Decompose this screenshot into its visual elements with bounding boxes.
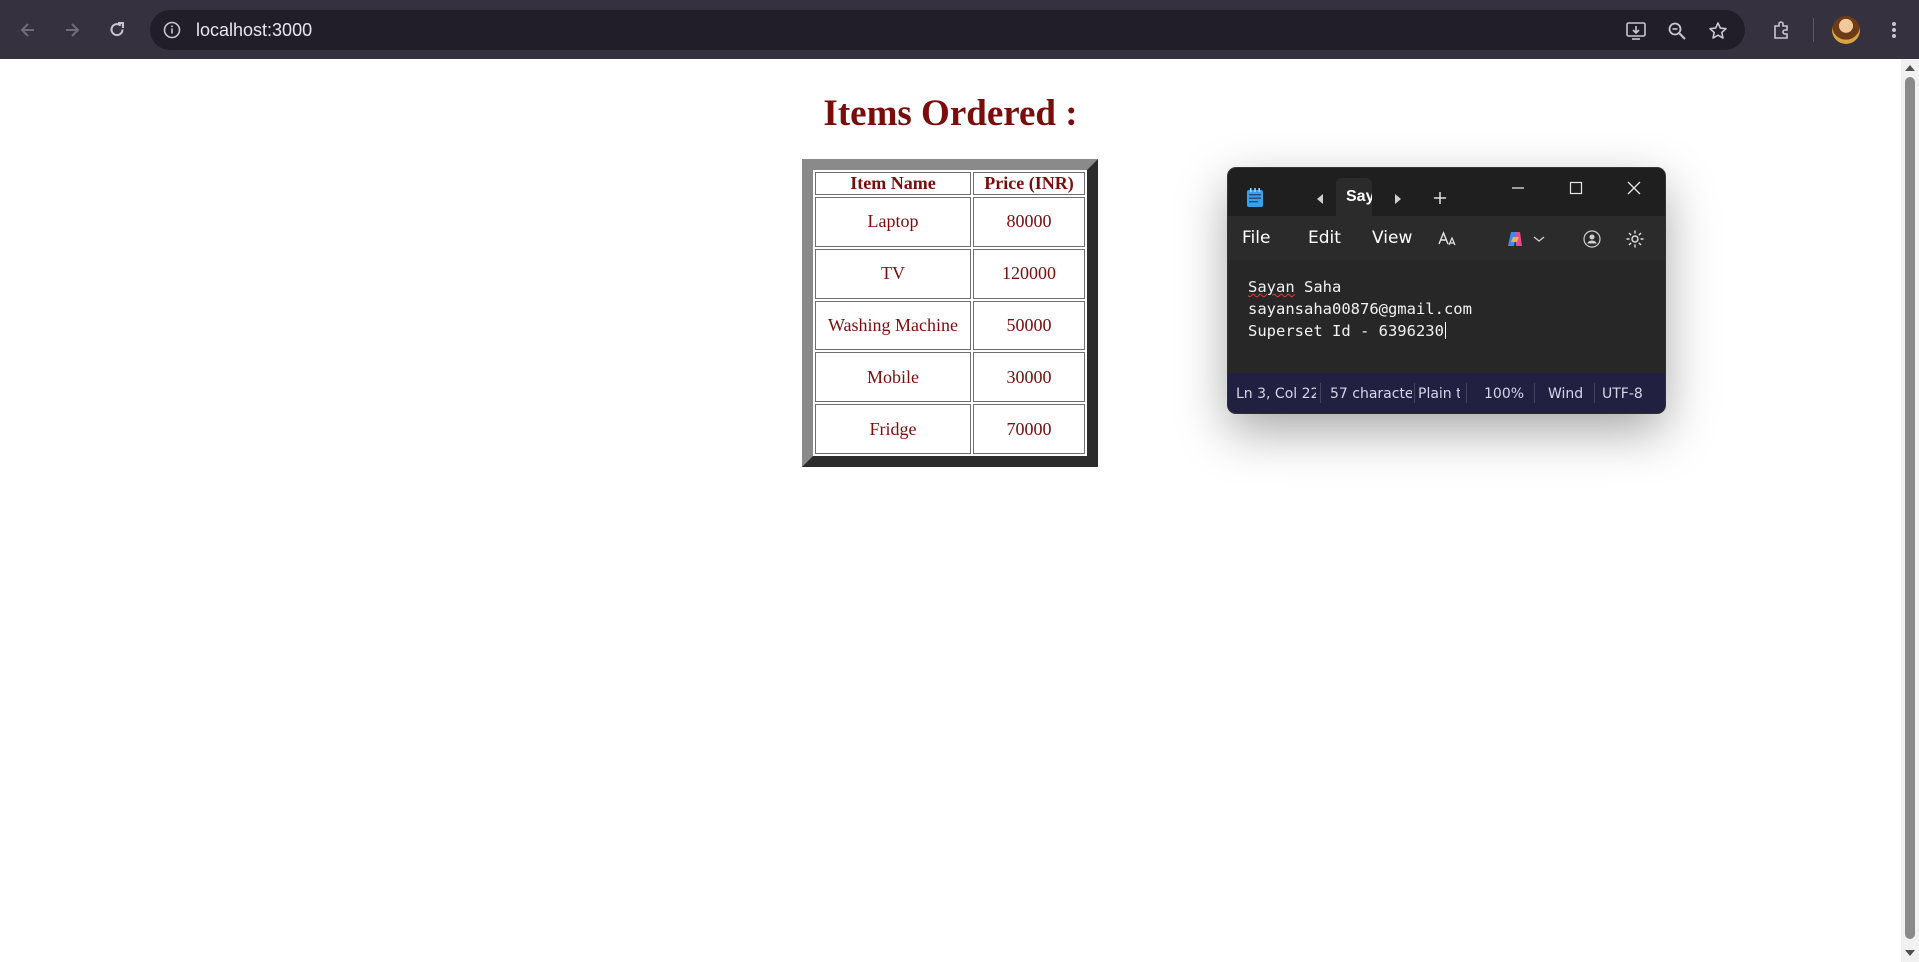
menu-edit[interactable]: Edit: [1308, 228, 1341, 248]
status-divider: [1320, 383, 1321, 403]
table-row: Laptop 80000: [815, 197, 1085, 247]
reload-button[interactable]: [101, 14, 133, 46]
url-text[interactable]: localhost:3000: [196, 20, 312, 40]
copilot-icon[interactable]: [1504, 228, 1526, 250]
tab-scroll-right-icon[interactable]: [1388, 190, 1408, 208]
scroll-down-arrow-icon[interactable]: [1905, 950, 1915, 956]
new-tab-plus-icon[interactable]: [1430, 188, 1450, 208]
account-icon[interactable]: [1581, 228, 1603, 250]
menu-view[interactable]: View: [1372, 228, 1412, 248]
status-line-ending: Wind: [1548, 386, 1584, 402]
column-header-item-name: Item Name: [815, 172, 971, 195]
price-cell: 80000: [972, 197, 1085, 247]
minimize-icon: [1512, 187, 1524, 189]
table-row: Mobile 30000: [815, 352, 1085, 403]
puzzle-icon: [1774, 21, 1788, 39]
status-format: Plain t: [1418, 386, 1460, 402]
table-row: TV 120000: [815, 248, 1085, 299]
notepad-menubar: File Edit View: [1228, 216, 1665, 260]
notepad-titlebar[interactable]: Say: [1228, 168, 1665, 216]
site-info-icon[interactable]: [160, 18, 184, 42]
notepad-text-area[interactable]: Sayan Saha sayansaha00876@gmail.com Supe…: [1228, 260, 1665, 373]
scrollbar-thumb[interactable]: [1905, 77, 1915, 939]
zoom-icon[interactable]: [1664, 18, 1690, 44]
scroll-up-arrow-icon[interactable]: [1905, 65, 1915, 71]
notepad-window: Say File Edit View Sayan Saha sayansaha0…: [1228, 168, 1665, 413]
minimize-button[interactable]: [1504, 176, 1532, 200]
table-row: Fridge 70000: [815, 404, 1085, 454]
text-line-3: Superset Id - 6396230: [1248, 322, 1446, 340]
tab-scroll-left-icon[interactable]: [1310, 190, 1330, 208]
bookmark-star-icon[interactable]: [1705, 18, 1731, 44]
column-header-price: Price (INR): [972, 172, 1085, 195]
reload-icon: [110, 22, 124, 37]
notepad-app-icon: [1247, 188, 1263, 207]
status-divider: [1594, 383, 1595, 403]
price-cell: 70000: [972, 404, 1085, 454]
status-character-count: 57 characte: [1330, 386, 1412, 402]
item-name-cell: Laptop: [815, 197, 971, 247]
orders-table: Item Name Price (INR) Laptop 80000 TV 12…: [813, 170, 1087, 456]
table-row: Washing Machine 50000: [815, 300, 1085, 351]
menu-file[interactable]: File: [1242, 228, 1270, 248]
item-name-cell: Mobile: [815, 352, 971, 403]
status-zoom[interactable]: 100%: [1484, 386, 1528, 402]
kebab-menu-icon: [1892, 22, 1896, 38]
back-arrow-icon: [20, 23, 34, 37]
misspelled-word: Sayan: [1248, 278, 1295, 296]
tab-label: Say: [1346, 188, 1372, 205]
settings-gear-icon[interactable]: [1624, 228, 1646, 250]
text-line-1: Sayan Saha: [1248, 278, 1341, 296]
text-fragment: Saha: [1294, 278, 1342, 296]
status-divider: [1466, 383, 1467, 403]
status-cursor-position: Ln 3, Col 22: [1236, 386, 1316, 402]
orders-table-frame: Item Name Price (INR) Laptop 80000 TV 12…: [802, 159, 1098, 467]
font-format-icon[interactable]: [1436, 228, 1458, 250]
price-cell: 120000: [972, 248, 1085, 299]
item-name-cell: Washing Machine: [815, 300, 971, 351]
address-bar[interactable]: localhost:3000: [150, 10, 1745, 50]
page-title: Items Ordered :: [823, 93, 1078, 134]
toolbar-divider: [1813, 18, 1814, 42]
forward-button[interactable]: [56, 14, 88, 46]
status-divider: [1414, 383, 1415, 403]
text-line-2: sayansaha00876@gmail.com: [1248, 300, 1472, 318]
notepad-statusbar: Ln 3, Col 22 57 characte Plain t 100% Wi…: [1228, 373, 1665, 413]
status-divider: [1534, 383, 1535, 403]
close-icon: [1627, 181, 1641, 195]
extensions-button[interactable]: [1766, 14, 1798, 46]
price-cell: 50000: [972, 300, 1085, 351]
browser-toolbar: localhost:3000: [0, 0, 1919, 59]
text-cursor: [1444, 322, 1446, 339]
forward-arrow-icon: [66, 23, 80, 37]
tab-document[interactable]: Say: [1336, 178, 1372, 216]
item-name-cell: Fridge: [815, 404, 971, 454]
price-cell: 30000: [972, 352, 1085, 403]
close-button[interactable]: [1620, 176, 1648, 200]
page-scrollbar[interactable]: [1901, 59, 1919, 962]
maximize-button[interactable]: [1562, 176, 1590, 200]
maximize-icon: [1569, 181, 1583, 195]
back-button[interactable]: [12, 14, 44, 46]
install-app-icon[interactable]: [1623, 18, 1649, 44]
chrome-menu-button[interactable]: [1878, 14, 1910, 46]
table-header-row: Item Name Price (INR): [815, 172, 1085, 195]
text-fragment: Superset Id - 6396230: [1248, 322, 1444, 340]
chevron-down-icon[interactable]: [1528, 228, 1550, 250]
item-name-cell: TV: [815, 248, 971, 299]
status-encoding: UTF-8: [1602, 386, 1643, 402]
profile-avatar[interactable]: [1832, 16, 1860, 44]
